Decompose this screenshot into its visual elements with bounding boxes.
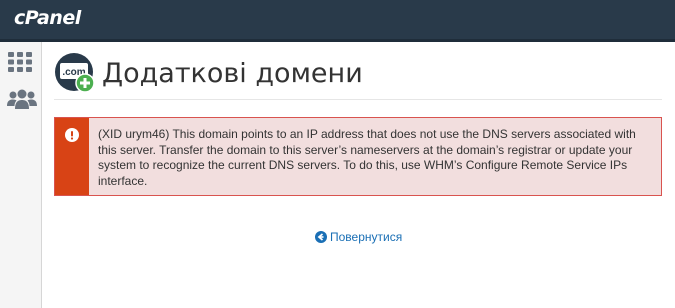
top-header: cPanel xyxy=(0,0,675,42)
page-title: Додаткові домени xyxy=(102,58,363,89)
arrow-left-circle-icon xyxy=(315,231,327,243)
users-icon xyxy=(7,89,37,111)
sidebar-item-users[interactable] xyxy=(7,89,37,115)
title-divider xyxy=(54,99,662,100)
sidebar-item-tools[interactable] xyxy=(7,51,37,77)
addon-domains-icon: .com xyxy=(54,52,96,94)
grid-icon xyxy=(7,51,37,73)
return-link-label: Повернутися xyxy=(330,230,403,244)
alert-message: (XID urym46) This domain points to an IP… xyxy=(98,127,636,188)
alert-icon-bar xyxy=(55,118,89,195)
error-alert: (XID urym46) This domain points to an IP… xyxy=(54,117,662,196)
return-link[interactable]: Повернутися xyxy=(315,230,402,244)
exclamation-icon xyxy=(65,127,79,146)
cpanel-logo[interactable]: cPanel xyxy=(14,7,81,29)
main-content: .com Додаткові домени (XID urym46) This … xyxy=(42,42,675,308)
sidebar xyxy=(0,42,42,308)
